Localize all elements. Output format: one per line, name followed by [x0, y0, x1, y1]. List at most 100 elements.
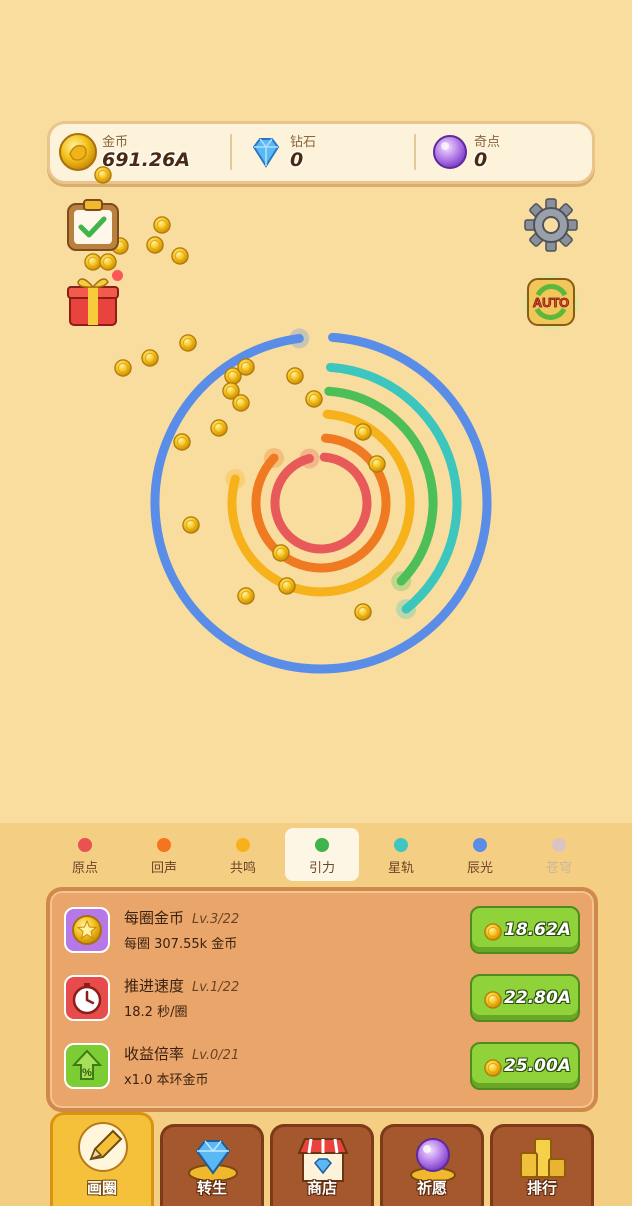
- tab-echo[interactable]: 回声: [127, 828, 201, 881]
- stopwatch-icon: [64, 975, 110, 1021]
- nav-ranking[interactable]: 排行: [490, 1124, 594, 1206]
- nav-shop[interactable]: 商店: [270, 1124, 374, 1206]
- floating-coin-icon: [84, 253, 102, 271]
- ring-tabs: 原点 回声 共鸣 引力 星轨 辰光 苍穹: [47, 827, 597, 883]
- floating-coin-icon: [272, 544, 290, 562]
- floating-coin-icon: [153, 216, 171, 234]
- tab-label: 辰光: [466, 861, 493, 876]
- settings-button[interactable]: [523, 197, 579, 253]
- floating-coin-icon: [173, 433, 191, 451]
- upgrade-name: 每圈金币 Lv.3/22: [124, 909, 240, 927]
- game-field[interactable]: [0, 0, 632, 820]
- upgrade-level: Lv.1/22: [192, 980, 240, 995]
- nav-label: 画圈: [86, 1179, 117, 1197]
- upgrade-description: 18.2 秒/圈: [124, 1005, 188, 1020]
- nav-label: 转生: [196, 1179, 227, 1197]
- clipboard-check-icon: [67, 199, 119, 251]
- tab-color-dot: [157, 838, 171, 852]
- nav-label: 商店: [306, 1179, 337, 1197]
- upgrade-panel: 每圈金币 Lv.3/22 每圈 307.55k 金币 18.62A 推进速度 Lv.…: [46, 887, 598, 1112]
- tab-gravity[interactable]: 引力: [285, 828, 359, 881]
- ring-tip-glow: [225, 469, 246, 490]
- floating-coin-icon: [99, 253, 117, 271]
- ring-tip-glow: [391, 571, 412, 592]
- tab-firmament[interactable]: 苍穹: [522, 828, 596, 881]
- upgrade-price: 25.00A: [504, 1056, 571, 1076]
- nav-draw-circle[interactable]: 画圈: [50, 1112, 154, 1206]
- tab-label: 共鸣: [229, 861, 256, 876]
- upgrade-level: Lv.0/21: [192, 1048, 240, 1063]
- tab-origin[interactable]: 原点: [48, 828, 122, 881]
- nav-label: 祈愿: [416, 1179, 447, 1197]
- auto-cycle-icon: AUTO: [524, 275, 578, 329]
- upgrade-buy-button[interactable]: 22.80A: [470, 974, 580, 1022]
- tab-label: 星轨: [387, 861, 414, 876]
- floating-coin-icon: [354, 603, 372, 621]
- floating-coin-icon: [146, 236, 164, 254]
- tab-label: 原点: [71, 861, 98, 876]
- ring-tip-glow: [264, 448, 285, 469]
- svg-text:%: %: [82, 1067, 92, 1079]
- gift-box-icon: [67, 278, 119, 326]
- percent-arrow-icon: %: [64, 1043, 110, 1089]
- floating-coin-icon: [94, 166, 112, 184]
- floating-coin-icon: [171, 247, 189, 265]
- floating-coin-icon: [210, 419, 228, 437]
- notification-dot: [112, 270, 123, 281]
- upgrade-buy-button[interactable]: 25.00A: [470, 1042, 580, 1090]
- upgrade-name: 收益倍率 Lv.0/21: [124, 1045, 240, 1063]
- upgrade-row-multiplier: % 收益倍率 Lv.0/21 x1.0 本环金币 25.00A: [50, 1033, 594, 1099]
- upgrade-row-coins-per-lap: 每圈金币 Lv.3/22 每圈 307.55k 金币 18.62A: [50, 897, 594, 963]
- floating-coin-icon: [278, 577, 296, 595]
- coin-icon: [484, 1059, 502, 1077]
- nav-label: 排行: [526, 1179, 557, 1197]
- tab-dawn-light[interactable]: 辰光: [443, 828, 517, 881]
- floating-coin-icon: [232, 394, 250, 412]
- floating-coin-icon: [237, 587, 255, 605]
- floating-coin-icon: [354, 423, 372, 441]
- pencil-icon: [78, 1122, 128, 1172]
- floating-coin-icon: [237, 358, 255, 376]
- tab-color-dot: [394, 838, 408, 852]
- tab-color-dot: [315, 838, 329, 852]
- floating-coin-icon: [141, 349, 159, 367]
- tab-resonance[interactable]: 共鸣: [206, 828, 280, 881]
- tab-label: 苍穹: [545, 861, 572, 876]
- upgrade-description: x1.0 本环金币: [124, 1073, 209, 1088]
- upgrade-row-speed: 推进速度 Lv.1/22 18.2 秒/圈 22.80A: [50, 965, 594, 1031]
- upgrade-name: 推进速度 Lv.1/22: [124, 977, 240, 995]
- ring-tip-glow: [299, 448, 320, 469]
- ring-tip-glow: [289, 328, 310, 349]
- floating-coin-icon: [368, 455, 386, 473]
- tasks-button[interactable]: [64, 198, 122, 254]
- nav-wish[interactable]: 祈愿: [380, 1124, 484, 1206]
- gift-button[interactable]: [66, 272, 120, 328]
- upgrade-price: 22.80A: [504, 988, 571, 1008]
- gear-icon: [524, 198, 578, 252]
- nav-rebirth[interactable]: 转生: [160, 1124, 264, 1206]
- upgrade-price: 18.62A: [504, 920, 571, 940]
- tab-color-dot: [236, 838, 250, 852]
- upgrade-level: Lv.3/22: [192, 912, 240, 927]
- coin-icon: [484, 991, 502, 1009]
- auto-label: AUTO: [533, 295, 570, 310]
- tab-color-dot: [552, 838, 566, 852]
- floating-coin-icon: [179, 334, 197, 352]
- auto-button[interactable]: AUTO: [522, 273, 580, 331]
- tab-label: 引力: [308, 861, 335, 876]
- ring-arc: [325, 362, 462, 614]
- floating-coin-icon: [114, 359, 132, 377]
- ring-tip-glow: [396, 599, 417, 620]
- floating-coin-icon: [305, 390, 323, 408]
- floating-coin-icon: [286, 367, 304, 385]
- upgrade-buy-button[interactable]: 18.62A: [470, 906, 580, 954]
- upgrade-description: 每圈 307.55k 金币: [124, 937, 238, 952]
- tab-color-dot: [78, 838, 92, 852]
- tab-color-dot: [473, 838, 487, 852]
- ring-arc: [270, 452, 372, 554]
- tab-star-orbit[interactable]: 星轨: [364, 828, 438, 881]
- coin-star-icon: [64, 907, 110, 953]
- coin-icon: [484, 923, 502, 941]
- floating-coin-icon: [182, 516, 200, 534]
- tab-label: 回声: [150, 861, 177, 876]
